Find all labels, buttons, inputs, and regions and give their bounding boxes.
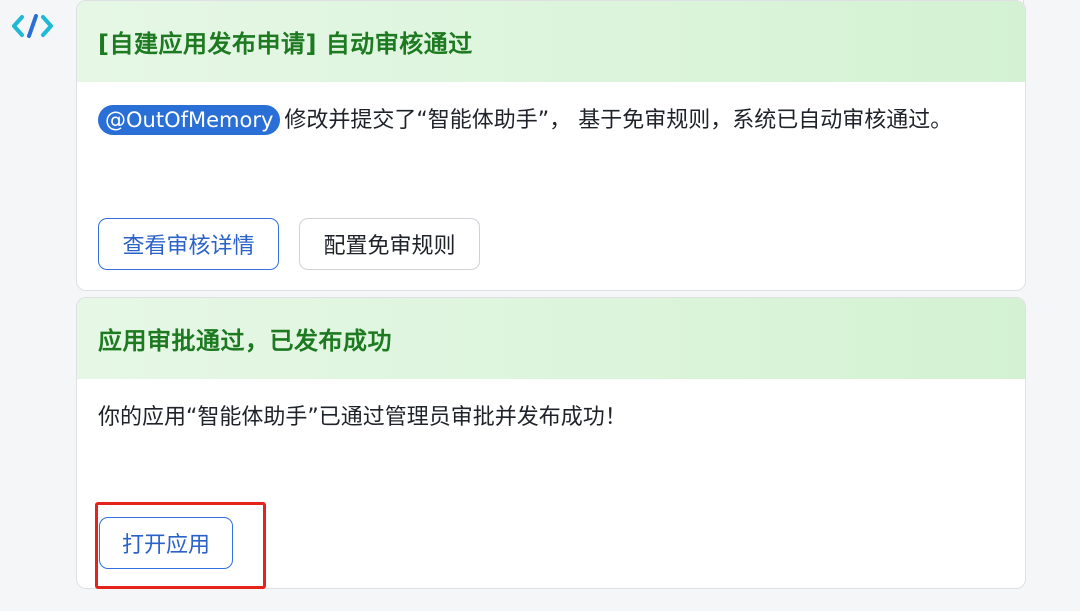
auto-review-card: [自建应用发布申请] 自动审核通过 @OutOfMemory 修改并提交了“智能体… xyxy=(76,0,1026,291)
user-mention[interactable]: @OutOfMemory xyxy=(98,105,281,135)
open-app-button[interactable]: 打开应用 xyxy=(99,517,233,569)
card-body: @OutOfMemory 修改并提交了“智能体助手”， 基于免审规则，系统已自动审… xyxy=(77,82,1025,138)
card-header: 应用审批通过，已发布成功 xyxy=(77,298,1025,379)
app-logo-icon xyxy=(12,14,54,38)
card-title: [自建应用发布申请] 自动审核通过 xyxy=(98,30,473,58)
view-review-details-button[interactable]: 查看审核详情 xyxy=(98,218,279,270)
publish-success-card: 应用审批通过，已发布成功 你的应用“智能体助手”已通过管理员审批并发布成功！ 打… xyxy=(76,297,1026,589)
config-exemption-rules-button[interactable]: 配置免审规则 xyxy=(299,218,480,270)
card-message: 修改并提交了“智能体助手”， 基于免审规则，系统已自动审核通过。 xyxy=(284,108,953,133)
card-message: 你的应用“智能体助手”已通过管理员审批并发布成功！ xyxy=(98,405,627,430)
card-body: 你的应用“智能体助手”已通过管理员审批并发布成功！ xyxy=(77,379,1025,435)
card-header: [自建应用发布申请] 自动审核通过 xyxy=(77,1,1025,82)
card-title: 应用审批通过，已发布成功 xyxy=(98,327,392,355)
